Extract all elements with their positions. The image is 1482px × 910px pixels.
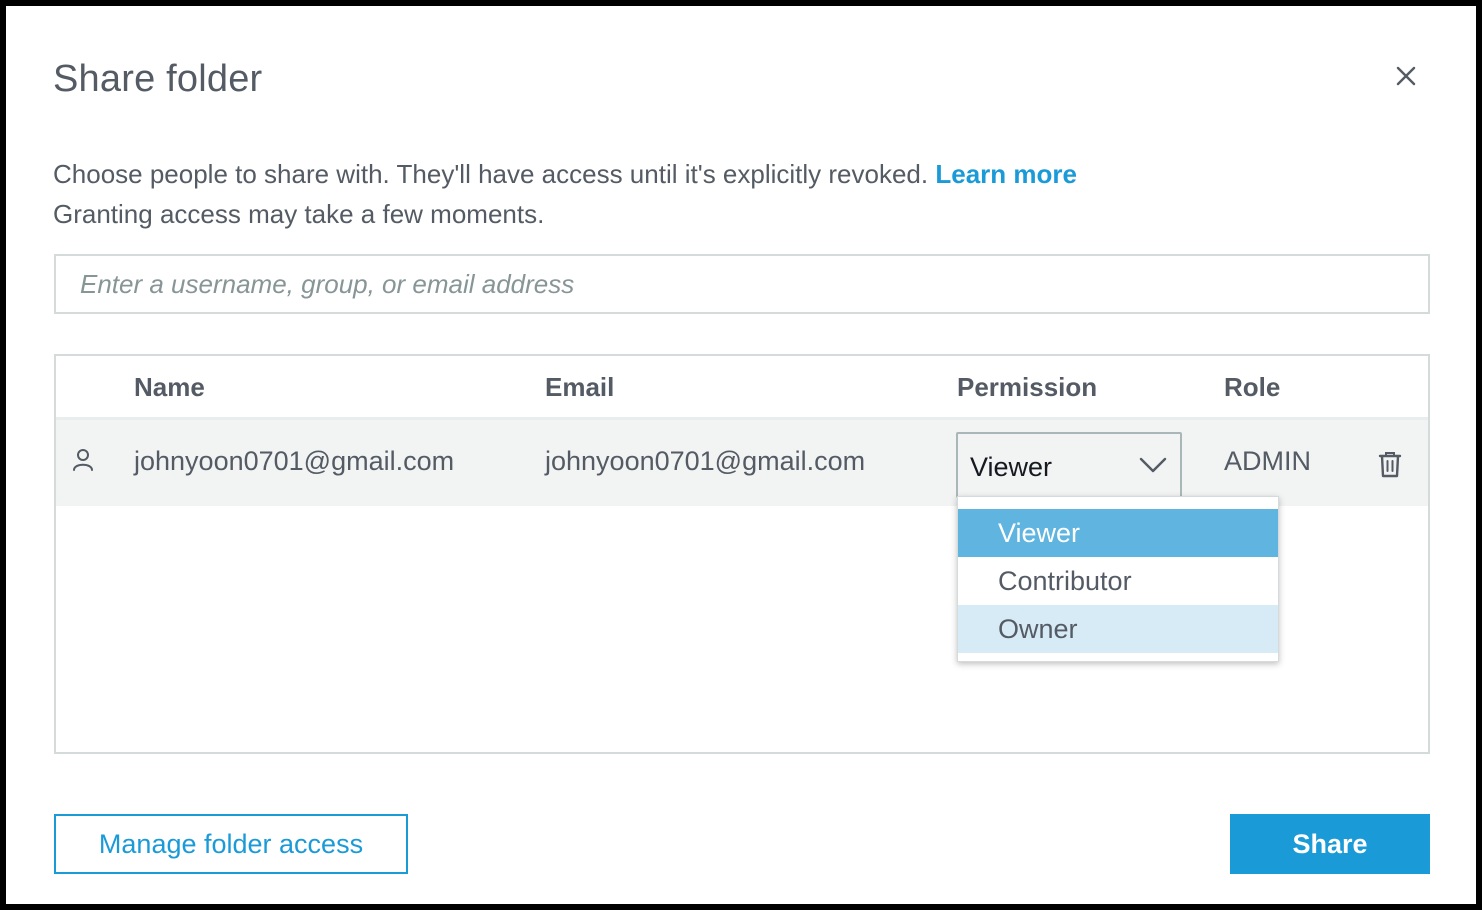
share-folder-dialog: Share folder Choose people to share with… bbox=[6, 6, 1476, 904]
dialog-description: Choose people to share with. They'll hav… bbox=[53, 154, 1077, 234]
trash-icon[interactable] bbox=[1378, 450, 1402, 478]
description-line-2: Granting access may take a few moments. bbox=[53, 199, 545, 229]
permission-select-value: Viewer bbox=[970, 452, 1053, 482]
permission-select[interactable]: Viewer bbox=[956, 432, 1182, 498]
chevron-down-icon bbox=[1139, 457, 1167, 473]
permission-dropdown-menu: Viewer Contributor Owner bbox=[957, 496, 1279, 662]
permission-option-viewer[interactable]: Viewer bbox=[958, 509, 1278, 557]
permission-option-contributor[interactable]: Contributor bbox=[958, 557, 1278, 605]
column-header-permission: Permission bbox=[957, 372, 1098, 402]
share-button[interactable]: Share bbox=[1230, 814, 1430, 874]
row-email: johnyoon0701@gmail.com bbox=[545, 446, 866, 476]
permission-option-owner[interactable]: Owner bbox=[958, 605, 1278, 653]
table-row: johnyoon0701@gmail.com johnyoon0701@gmai… bbox=[56, 420, 1428, 506]
column-header-email: Email bbox=[545, 372, 615, 402]
manage-folder-access-button[interactable]: Manage folder access bbox=[54, 814, 408, 874]
dialog-title: Share folder bbox=[53, 58, 263, 100]
row-name: johnyoon0701@gmail.com bbox=[134, 446, 455, 476]
close-icon[interactable] bbox=[1392, 62, 1420, 90]
row-role: ADMIN bbox=[1224, 446, 1311, 476]
column-header-role: Role bbox=[1224, 372, 1281, 402]
search-input[interactable] bbox=[54, 254, 1430, 314]
description-line-1: Choose people to share with. They'll hav… bbox=[53, 159, 929, 189]
learn-more-link[interactable]: Learn more bbox=[935, 159, 1077, 189]
column-header-name: Name bbox=[134, 372, 205, 402]
table-header: Name Email Permission Role bbox=[56, 356, 1428, 420]
user-icon bbox=[73, 449, 93, 471]
